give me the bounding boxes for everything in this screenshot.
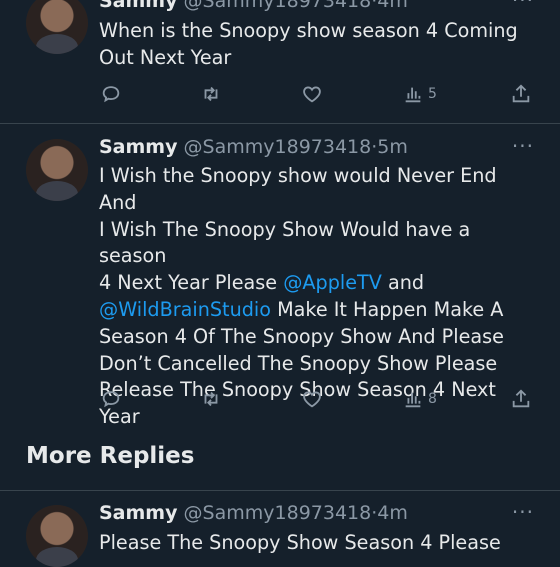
avatar[interactable] <box>26 505 88 567</box>
avatar[interactable] <box>26 0 88 54</box>
like-button[interactable] <box>301 79 323 109</box>
views-icon <box>405 392 421 408</box>
views-icon <box>405 87 421 103</box>
views-button[interactable]: 8 <box>402 384 437 414</box>
tweet-text-line: Season 4 Of The Snoopy Show And Please <box>99 324 504 348</box>
tweet-text-line: Please The Snoopy Show Season 4 Please <box>99 531 501 554</box>
views-button[interactable]: 5 <box>402 79 437 109</box>
reply-icon <box>102 391 120 408</box>
retweet-button[interactable] <box>200 384 222 414</box>
tweet-text: Please The Snoopy Show Season 4 Please <box>99 530 539 557</box>
views-count: 5 <box>428 86 437 102</box>
share-button[interactable] <box>510 384 532 414</box>
views-count: 8 <box>428 391 437 407</box>
mention-link[interactable]: @AppleTV <box>283 271 382 294</box>
retweet-button[interactable] <box>200 79 222 109</box>
tweet-header: Sammy @Sammy18973418·4m <box>99 0 408 12</box>
avatar[interactable] <box>26 139 88 201</box>
share-icon <box>512 389 530 408</box>
tweet-text: When is the Snoopy show season 4 Coming … <box>99 18 539 72</box>
tweet-actions: 5 <box>0 79 560 109</box>
timestamp[interactable]: 4m <box>377 0 408 12</box>
tweet-text-line: Out Next Year <box>99 45 232 69</box>
more-icon[interactable]: ··· <box>512 500 534 524</box>
like-button[interactable] <box>301 384 323 414</box>
tweet-text-line: Don’t Cancelled The Snoopy Show Please <box>99 351 498 375</box>
share-button[interactable] <box>510 79 532 109</box>
display-name[interactable]: Sammy <box>99 136 178 158</box>
heart-icon <box>303 391 321 408</box>
divider <box>0 123 560 124</box>
tweet-text-line: I Wish The Snoopy Show Would have a seas… <box>99 217 471 268</box>
share-icon <box>512 84 530 103</box>
tweet-header: Sammy @Sammy18973418·5m <box>99 136 408 158</box>
reply-button[interactable] <box>100 79 122 109</box>
reply-icon <box>102 86 120 103</box>
tweet-text-line: When is the Snoopy show season 4 Coming <box>99 19 518 42</box>
display-name[interactable]: Sammy <box>99 0 178 12</box>
more-icon[interactable]: ··· <box>512 134 534 158</box>
retweet-icon <box>204 86 218 102</box>
timestamp[interactable]: 5m <box>377 136 408 158</box>
heart-icon <box>303 86 321 103</box>
handle[interactable]: @Sammy18973418 <box>184 136 372 158</box>
tweet-text-fragment: and <box>381 271 425 295</box>
tweet-text-line: 4 Next Year Please @AppleTV and <box>99 270 539 297</box>
tweet-text-fragment: Make It Happen Make A <box>271 297 504 321</box>
timestamp[interactable]: 4m <box>377 502 408 524</box>
section-heading: More Replies <box>26 443 195 469</box>
handle[interactable]: @Sammy18973418 <box>184 502 372 524</box>
tweet-actions: 8 <box>0 384 560 414</box>
more-icon[interactable]: ··· <box>512 0 534 12</box>
tweet-text-line: I Wish the Snoopy show would Never End A… <box>99 164 497 214</box>
reply-button[interactable] <box>100 384 122 414</box>
retweet-icon <box>204 391 218 407</box>
display-name[interactable]: Sammy <box>99 502 178 524</box>
tweet-header: Sammy @Sammy18973418·4m <box>99 502 408 524</box>
handle[interactable]: @Sammy18973418 <box>184 0 372 12</box>
divider <box>0 490 560 491</box>
tweet-text-line: @WildBrainStudio Make It Happen Make A <box>99 297 539 324</box>
mention-link[interactable]: @WildBrainStudio <box>99 298 271 321</box>
tweet-text-fragment: 4 Next Year Please <box>99 271 284 295</box>
